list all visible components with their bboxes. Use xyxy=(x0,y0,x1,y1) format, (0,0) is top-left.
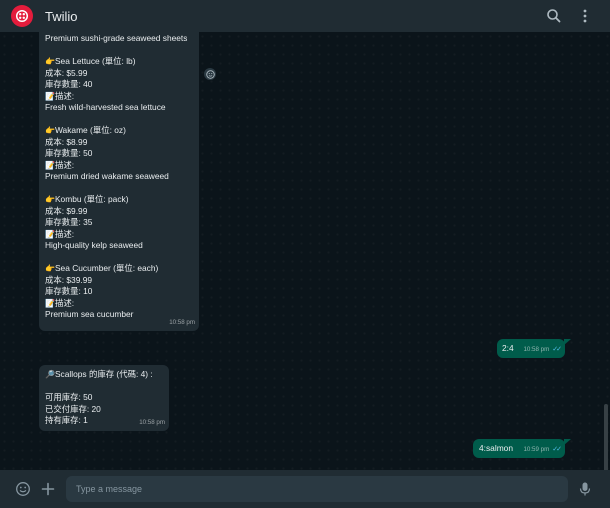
message-input[interactable] xyxy=(74,483,568,495)
product-cost: 成本: $9.99 xyxy=(45,205,88,216)
pointing-hand-icon: 👉 xyxy=(45,57,55,66)
bubble-tail xyxy=(564,339,571,345)
product-stock: 庫存數量: 10 xyxy=(45,286,93,296)
product-cost: 成本: $39.99 xyxy=(45,274,93,285)
product-name: Sea Cucumber (單位: each) xyxy=(54,263,159,273)
memo-icon: 📝 xyxy=(45,229,55,239)
smiley-icon xyxy=(205,69,215,79)
product-stock: 庫存數量: 35 xyxy=(45,217,93,227)
product-stock: 庫存數量: 50 xyxy=(45,148,93,158)
message-input-box[interactable] xyxy=(66,476,568,502)
inventory-title: Scallops 的庫存 (代碼: 4) : xyxy=(54,369,153,379)
product-cost: 成本: $8.99 xyxy=(45,136,88,147)
product-desc: Premium sea cucumber xyxy=(45,309,134,319)
chat-area[interactable]: Premium sushi-grade seaweed sheets 👉Sea … xyxy=(0,32,610,470)
contact-name[interactable]: Twilio xyxy=(45,9,78,24)
inventory-title-line: 🔎Scallops 的庫存 (代碼: 4) : xyxy=(45,369,153,381)
message-inventory-list[interactable]: Premium sushi-grade seaweed sheets 👉Sea … xyxy=(39,32,199,331)
message-time: 10:58 pm xyxy=(523,345,550,353)
message-time-status: 10:58 pm ✓✓ xyxy=(523,344,562,356)
product-desc: Fresh wild-harvested sea lettuce xyxy=(45,102,166,112)
react-emoji-button[interactable] xyxy=(204,68,216,80)
pointing-hand-icon: 👉 xyxy=(45,126,55,135)
available-stock: 可用庫存: 50 xyxy=(45,392,93,402)
message-time-status: 10:59 pm ✓✓ xyxy=(523,444,562,456)
chat-header: Twilio xyxy=(0,0,610,32)
more-vert-icon[interactable] xyxy=(576,7,594,25)
read-ticks-icon: ✓✓ xyxy=(552,345,562,353)
bubble-tail xyxy=(564,439,571,445)
delivered-stock: 已交付庫存: 20 xyxy=(45,403,101,414)
twilio-logo[interactable] xyxy=(11,5,33,27)
desc-label: 描述: xyxy=(54,297,75,308)
pointing-hand-icon: 👉 xyxy=(45,195,55,204)
product-desc: High-quality kelp seaweed xyxy=(45,240,143,250)
product-cost: 成本: $5.99 xyxy=(45,67,88,78)
magnifier-icon: 🔎 xyxy=(45,370,55,379)
product-name-line: 👉Wakame (單位: oz) xyxy=(45,125,187,137)
held-stock: 持有庫存: 1 xyxy=(45,415,88,425)
message-time: 10:58 pm xyxy=(169,318,195,326)
message-line: Premium sushi-grade seaweed sheets xyxy=(45,33,188,43)
memo-icon: 📝 xyxy=(45,91,55,101)
memo-icon: 📝 xyxy=(45,160,55,170)
message-scallops-inventory[interactable]: 🔎Scallops 的庫存 (代碼: 4) : 可用庫存: 50 已交付庫存: … xyxy=(39,365,169,431)
product-name-line: 👉Sea Cucumber (單位: each) xyxy=(45,263,187,275)
desc-label: 描述: xyxy=(54,228,75,239)
product-stock: 庫存數量: 40 xyxy=(45,79,93,89)
desc-label: 描述: xyxy=(54,159,75,170)
message-time: 10:58 pm xyxy=(139,418,165,426)
message-text: 2:4 xyxy=(502,343,514,353)
plus-icon[interactable] xyxy=(40,481,56,497)
product-desc-label-line: 📝描述: xyxy=(45,160,187,172)
search-icon[interactable] xyxy=(545,7,563,25)
message-outgoing[interactable]: 4:salmon 10:59 pm ✓✓ xyxy=(473,439,565,458)
memo-icon: 📝 xyxy=(45,298,55,308)
emoji-icon[interactable] xyxy=(15,481,31,497)
product-name: Wakame (單位: oz) xyxy=(54,125,126,135)
message-outgoing[interactable]: 2:4 10:58 pm ✓✓ xyxy=(497,339,565,358)
message-text: 4:salmon xyxy=(479,443,513,453)
desc-label: 描述: xyxy=(54,90,75,101)
product-desc-label-line: 📝描述: xyxy=(45,298,187,310)
product-name-line: 👉Sea Lettuce (單位: lb) xyxy=(45,56,187,68)
product-desc-label-line: 📝描述: xyxy=(45,229,187,241)
product-desc-label-line: 📝描述: xyxy=(45,91,187,103)
product-name-line: 👉Kombu (單位: pack) xyxy=(45,194,187,206)
compose-bar xyxy=(0,470,610,508)
read-ticks-icon: ✓✓ xyxy=(552,445,562,453)
twilio-logo-mark xyxy=(15,9,29,23)
message-time: 10:59 pm xyxy=(523,445,550,453)
product-name: Sea Lettuce (單位: lb) xyxy=(54,56,136,66)
chat-scrollbar[interactable] xyxy=(604,404,608,470)
pointing-hand-icon: 👉 xyxy=(45,264,55,273)
product-name: Kombu (單位: pack) xyxy=(54,194,129,204)
mic-icon[interactable] xyxy=(577,481,593,497)
product-desc: Premium dried wakame seaweed xyxy=(45,171,169,181)
